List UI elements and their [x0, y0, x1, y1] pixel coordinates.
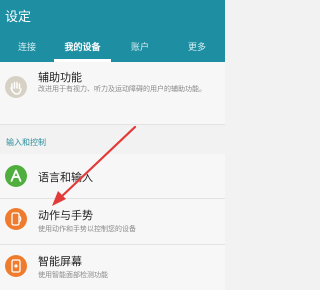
accessibility-hand-icon	[5, 76, 27, 98]
list-item-smart-screen[interactable]: 智能屏幕 使用智能面部检测功能	[0, 245, 225, 290]
item-title: 动作与手势	[38, 209, 93, 222]
item-title: 辅助功能	[38, 71, 82, 84]
list-item-motion-gesture[interactable]: 动作与手势 使用动作和手势以控制您的设备	[0, 199, 225, 244]
language-a-icon	[5, 165, 27, 187]
list-item-accessibility[interactable]: 辅助功能 改进用于有视力、听力及运动障碍的用户的辅助功能。	[0, 62, 225, 124]
item-subtitle: 改进用于有视力、听力及运动障碍的用户的辅助功能。	[38, 85, 206, 93]
tab-accounts[interactable]: 账户	[111, 38, 169, 62]
tab-bar: 连接 我的设备 账户 更多	[0, 38, 225, 62]
item-title: 语言和输入	[38, 171, 93, 184]
item-subtitle: 使用智能面部检测功能	[38, 271, 108, 279]
page-title: 设定	[5, 10, 32, 25]
app-bar: 设定 连接 我的设备 账户 更多	[0, 0, 225, 62]
item-title: 智能屏幕	[38, 255, 82, 268]
section-header: 输入和控制	[6, 138, 46, 147]
divider	[0, 124, 225, 125]
tab-connections[interactable]: 连接	[0, 38, 54, 62]
smart-screen-icon	[5, 255, 27, 277]
list-item-language-input[interactable]: 语言和输入	[0, 154, 225, 198]
item-subtitle: 使用动作和手势以控制您的设备	[38, 225, 136, 233]
tab-more[interactable]: 更多	[169, 38, 225, 62]
motion-gesture-icon	[5, 208, 27, 230]
